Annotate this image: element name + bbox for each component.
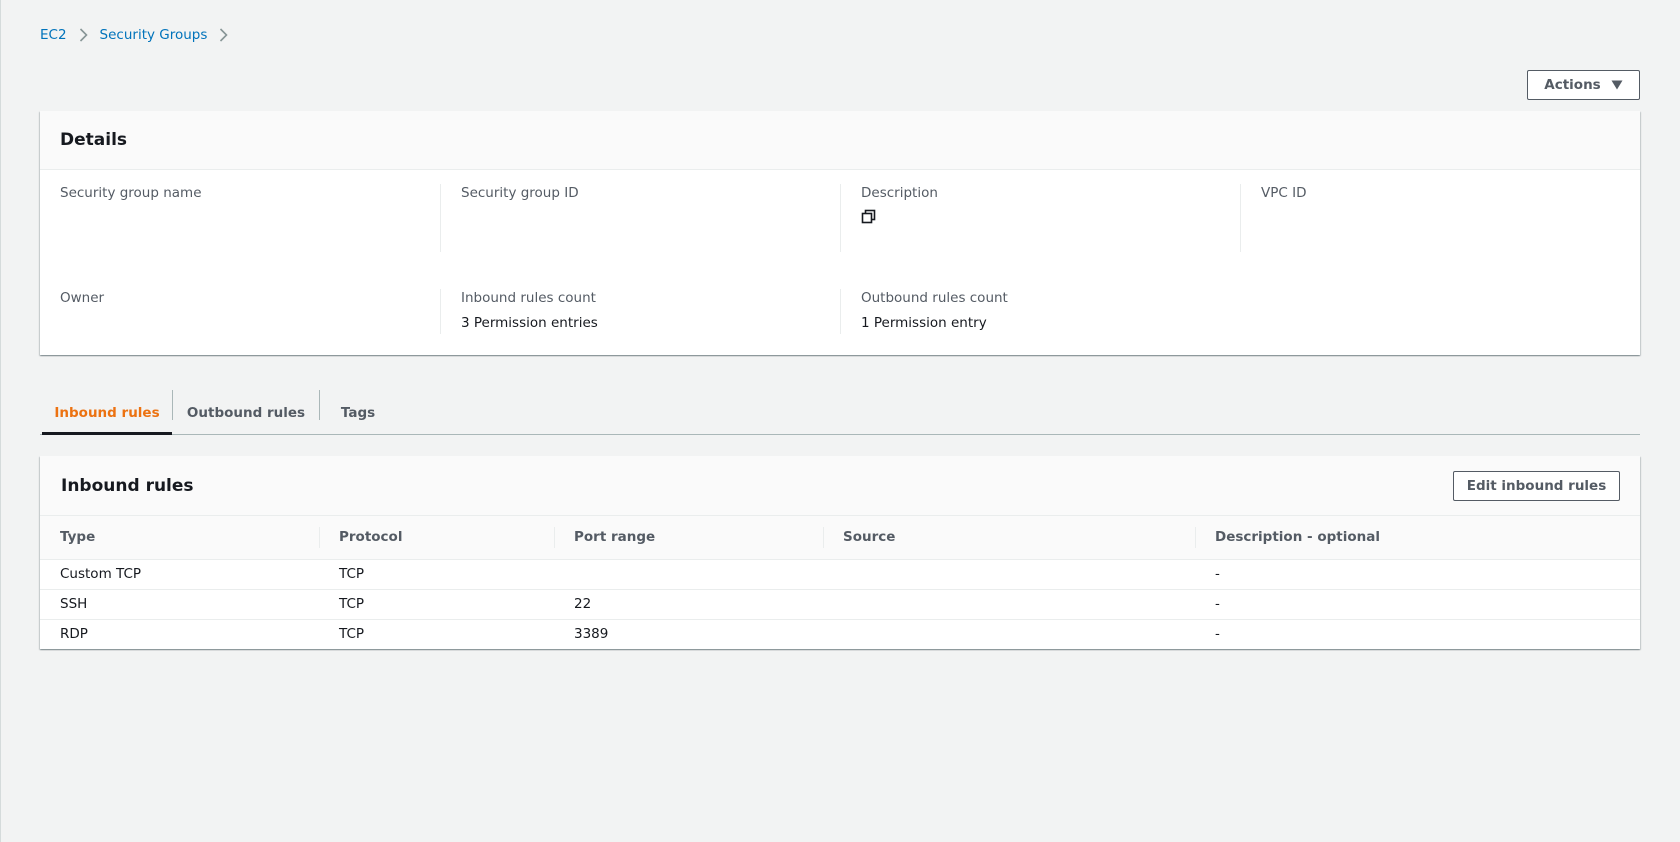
cell-protocol: TCP <box>339 566 365 582</box>
cell-description: - <box>1215 566 1220 582</box>
cell-type: Custom TCP <box>60 566 142 582</box>
chevron-right-icon <box>67 28 100 42</box>
column-header-label: Source <box>843 529 896 546</box>
outbound-rules-count-field: Outbound rules count 1 Permission entry <box>840 289 1240 334</box>
cell-source <box>823 619 1195 649</box>
column-divider <box>823 527 824 548</box>
breadcrumb-security-groups-link[interactable]: Security Groups <box>100 27 208 43</box>
chevron-right-icon <box>207 28 240 42</box>
cell-description: - <box>1215 596 1220 612</box>
owner-label: Owner <box>60 290 105 306</box>
details-header: Details <box>40 111 1640 170</box>
cell-port-range <box>554 559 823 589</box>
breadcrumb-ec2-link[interactable]: EC2 <box>40 27 67 43</box>
cell-description: - <box>1215 626 1220 643</box>
outbound-rules-count-value: 1 Permission entry <box>861 315 987 331</box>
inbound-rules-count-label: Inbound rules count <box>461 290 596 306</box>
table-header-row: Type Protocol Port range Source Descript… <box>40 516 1640 559</box>
owner-field: Owner <box>40 289 440 334</box>
page-left-border <box>0 0 1 842</box>
tab-bar: Inbound rules Outbound rules Tags <box>40 390 1640 435</box>
active-tab-indicator <box>42 432 172 435</box>
inbound-rules-header: Inbound rules Edit inbound rules <box>40 456 1640 516</box>
cell-source <box>823 559 1195 589</box>
column-header-description[interactable]: Description - optional <box>1195 516 1640 559</box>
column-header-label: Type <box>60 529 96 546</box>
outbound-rules-count-label: Outbound rules count <box>861 290 1008 306</box>
tab-tags[interactable]: Tags <box>320 390 396 435</box>
tab-inbound-rules[interactable]: Inbound rules <box>42 390 172 435</box>
table-row: SSH TCP 22 - <box>40 589 1640 619</box>
column-header-label: Port range <box>574 529 656 546</box>
column-header-port-range[interactable]: Port range <box>554 516 823 559</box>
inbound-rules-count-field: Inbound rules count 3 Permission entries <box>440 289 840 334</box>
security-group-name-field: Security group name <box>40 184 440 252</box>
column-header-source[interactable]: Source <box>823 516 1195 559</box>
table-row: Custom TCP TCP - <box>40 559 1640 589</box>
column-divider <box>554 527 555 548</box>
column-divider <box>1195 527 1196 548</box>
caret-down-icon <box>1611 80 1623 90</box>
vpc-id-field: VPC ID <box>1240 184 1640 252</box>
cell-source <box>823 589 1195 619</box>
description-field: Description <box>840 184 1240 252</box>
cell-protocol: TCP <box>339 626 365 643</box>
inbound-rules-table: Type Protocol Port range Source Descript… <box>40 516 1640 649</box>
column-divider <box>319 527 320 548</box>
details-panel: Details Security group name Security gro… <box>40 111 1640 355</box>
tab-outbound-rules[interactable]: Outbound rules <box>173 390 319 435</box>
breadcrumb: EC2 Security Groups <box>40 26 240 44</box>
security-group-id-field: Security group ID <box>440 184 840 252</box>
inbound-rules-panel: Inbound rules Edit inbound rules Type Pr… <box>40 456 1640 649</box>
security-group-id-label: Security group ID <box>461 185 579 201</box>
inbound-rules-title: Inbound rules <box>61 475 194 496</box>
cell-port-range: 3389 <box>574 626 609 643</box>
column-header-type[interactable]: Type <box>40 516 319 559</box>
column-header-label: Protocol <box>339 529 403 546</box>
table-row: RDP TCP 3389 - <box>40 619 1640 649</box>
description-label: Description <box>861 185 938 201</box>
security-group-name-label: Security group name <box>60 185 202 201</box>
inbound-rules-count-value: 3 Permission entries <box>461 315 598 331</box>
copy-icon[interactable] <box>861 209 877 225</box>
vpc-id-label: VPC ID <box>1261 185 1307 201</box>
cell-protocol: TCP <box>339 596 365 612</box>
actions-dropdown-button[interactable]: Actions <box>1527 70 1640 100</box>
column-header-label: Description - optional <box>1215 529 1380 546</box>
details-title: Details <box>60 130 128 150</box>
cell-type: SSH <box>60 596 88 612</box>
actions-button-label: Actions <box>1544 77 1601 93</box>
cell-type: RDP <box>60 626 88 643</box>
column-header-protocol[interactable]: Protocol <box>319 516 554 559</box>
cell-port-range: 22 <box>574 596 592 612</box>
edit-inbound-rules-button[interactable]: Edit inbound rules <box>1453 470 1620 501</box>
